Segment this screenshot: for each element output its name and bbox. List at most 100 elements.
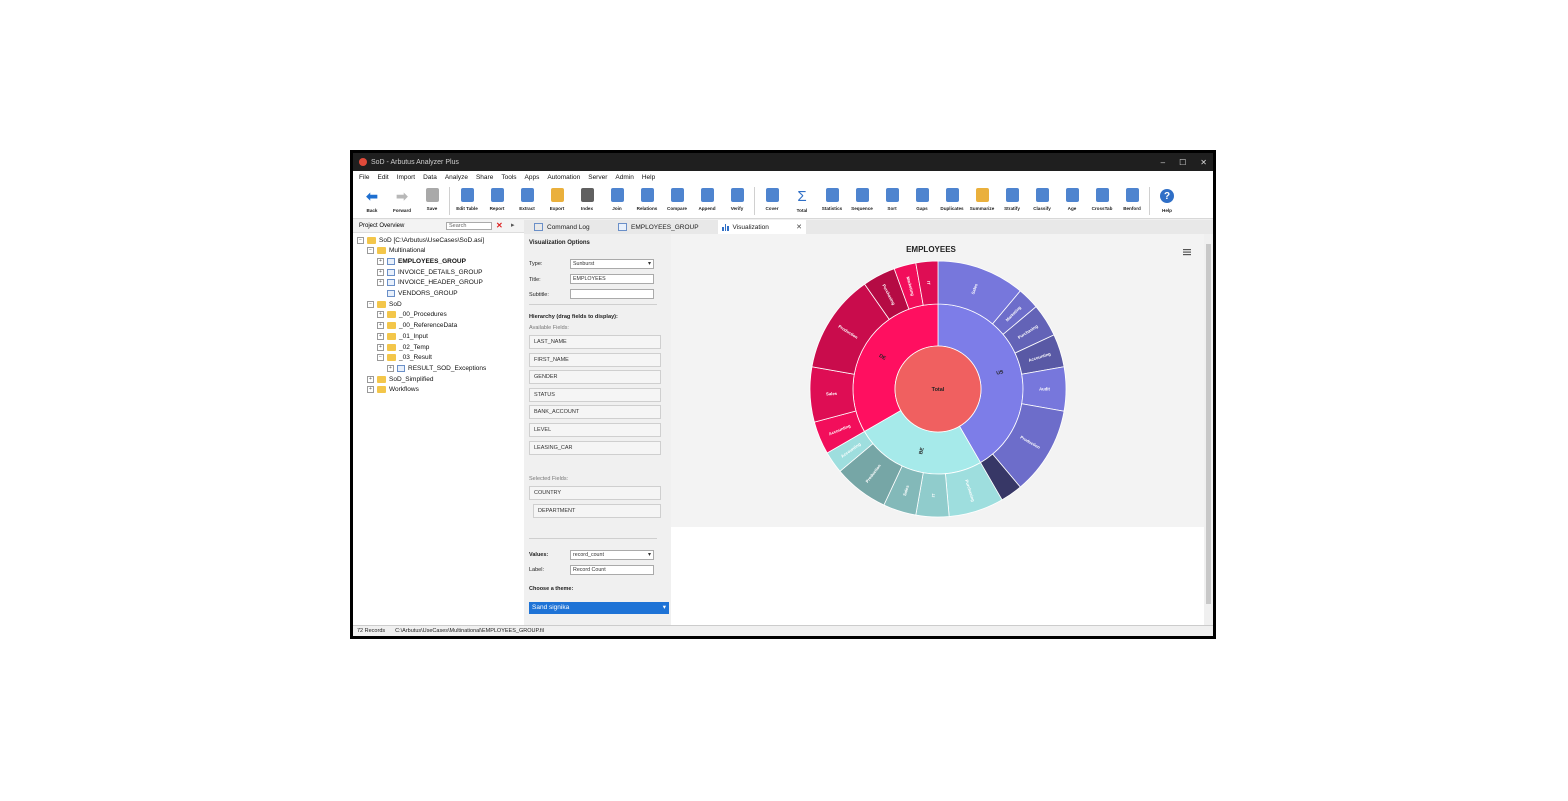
report-button[interactable]: Report [482,183,512,219]
chart-title-field[interactable]: EMPLOYEES [570,274,654,284]
hierarchy-heading: Hierarchy (drag fields to display): [529,314,618,320]
menu-apps[interactable]: Apps [525,174,540,181]
chart-menu-icon[interactable] [1183,249,1191,256]
sunburst-chart[interactable]: EMPLOYEES USSalesMarketingPurchasingAcco… [671,234,1204,527]
expand-icon[interactable]: + [377,268,384,276]
classify-button[interactable]: Classify [1027,183,1057,219]
tree-item[interactable]: + INVOICE_HEADER_GROUP [377,278,483,288]
sort-button[interactable]: Sort [877,183,907,219]
close-button[interactable]: ✕ [1200,158,1207,167]
maximize-button[interactable]: ☐ [1179,158,1186,167]
available-field[interactable]: LAST_NAME [529,335,661,349]
collapse-icon[interactable]: − [377,354,384,362]
scrollbar-thumb[interactable] [1206,244,1211,604]
summarize-button[interactable]: Summarize [967,183,997,219]
tree-item[interactable]: − Multinational [367,246,426,256]
cover-button[interactable]: Cover [757,183,787,219]
tree-item[interactable]: − SoD [367,299,402,309]
expand-icon[interactable]: + [377,279,384,287]
available-field[interactable]: STATUS [529,387,661,402]
age-button[interactable]: Age [1057,183,1087,219]
expand-icon[interactable]: + [377,322,384,330]
compare-button[interactable]: Compare [662,183,692,219]
join-button[interactable]: Join [602,183,632,219]
expand-icon[interactable]: + [367,386,374,394]
available-field[interactable]: LEASING_CAR [529,440,661,455]
available-field[interactable]: GENDER [529,370,661,385]
tree-item[interactable]: − SoD [C:\Arbutus\UseCases\SoD.asi] [357,235,484,245]
help-button[interactable]: ? Help [1152,183,1182,219]
collapse-icon[interactable]: − [367,247,374,255]
index-button[interactable]: Index [572,183,602,219]
chart-scrollbar[interactable] [1204,234,1213,625]
menu-tools[interactable]: Tools [501,174,516,181]
label-field[interactable]: Record Count [570,565,654,575]
expand-icon[interactable]: + [377,343,384,351]
tree-item[interactable]: + SoD_Simplified [367,374,433,384]
clear-search-icon[interactable]: ✕ [496,221,503,231]
save-button[interactable]: Save [417,183,447,219]
verify-button[interactable]: Verify [722,183,752,219]
crosstab-button[interactable]: CrossTab [1087,183,1117,219]
menu-import[interactable]: Import [397,174,415,181]
sequence-button[interactable]: Sequence [847,183,877,219]
total-button[interactable]: Σ Total [787,183,817,219]
tree-item[interactable]: + _00_Procedures [377,310,447,320]
menu-automation[interactable]: Automation [547,174,580,181]
close-tab-icon[interactable]: ✕ [796,223,802,231]
tree-item[interactable]: + EMPLOYEES_GROUP [377,256,466,266]
tab-visualization[interactable]: Visualization ✕ [718,220,806,234]
minimize-button[interactable]: – [1161,158,1165,167]
tree-item[interactable]: + _01_Input [377,331,428,341]
chart-subtitle-field[interactable] [570,289,654,299]
available-field[interactable]: FIRST_NAME [529,352,661,367]
project-search-input[interactable]: Search [446,222,492,230]
toolbar-label: Save [426,206,438,211]
expand-icon[interactable]: + [377,311,384,319]
menu-help[interactable]: Help [642,174,655,181]
menu-data[interactable]: Data [423,174,437,181]
selected-field[interactable]: DEPARTMENT [533,504,661,518]
toolbar-label: Verify [730,206,744,211]
statistics-button[interactable]: Statistics [817,183,847,219]
tree-item[interactable]: VENDORS_GROUP [377,289,458,299]
gaps-button[interactable]: Gaps [907,183,937,219]
available-field[interactable]: LEVEL [529,423,661,437]
collapse-icon[interactable]: − [367,300,374,308]
theme-select[interactable]: Sand signika [529,602,669,614]
stratify-button[interactable]: Stratify [997,183,1027,219]
menu-share[interactable]: Share [476,174,493,181]
selected-field[interactable]: COUNTRY [529,486,661,500]
expand-icon[interactable]: + [387,364,394,372]
benford-button[interactable]: Benford [1117,183,1147,219]
tree-item[interactable]: − _03_Result [377,353,432,363]
forward-button[interactable]: ➡ Forward [387,183,417,219]
tab-command-log[interactable]: Command Log [530,220,614,234]
collapse-icon[interactable]: − [357,236,364,244]
expand-icon[interactable]: + [377,257,384,265]
tree-item[interactable]: + _02_Temp [377,342,429,352]
edit-table-button[interactable]: Edit Table [452,183,482,219]
extract-button[interactable]: Extract [512,183,542,219]
menu-admin[interactable]: Admin [615,174,633,181]
append-button[interactable]: Append [692,183,722,219]
menu-analyze[interactable]: Analyze [445,174,468,181]
tree-item[interactable]: + _00_ReferenceData [377,321,457,331]
export-button[interactable]: Export [542,183,572,219]
duplicates-button[interactable]: Duplicates [937,183,967,219]
relations-button[interactable]: Relations [632,183,662,219]
menu-edit[interactable]: Edit [377,174,388,181]
back-button[interactable]: ⬅ Back [357,183,387,219]
tab-employees-group[interactable]: EMPLOYEES_GROUP [614,220,718,234]
panel-collapse-icon[interactable]: ▸ [511,221,515,229]
expand-icon[interactable]: + [367,375,374,383]
available-field[interactable]: BANK_ACCOUNT [529,405,661,420]
tree-item[interactable]: + Workflows [367,385,419,395]
values-select[interactable]: record_count [570,550,654,560]
tree-item[interactable]: + RESULT_SOD_Exceptions [387,363,486,373]
menu-file[interactable]: File [359,174,369,181]
menu-server[interactable]: Server [588,174,607,181]
expand-icon[interactable]: + [377,332,384,340]
chart-type-select[interactable]: Sunburst [570,259,654,269]
tree-item[interactable]: + INVOICE_DETAILS_GROUP [377,267,482,277]
